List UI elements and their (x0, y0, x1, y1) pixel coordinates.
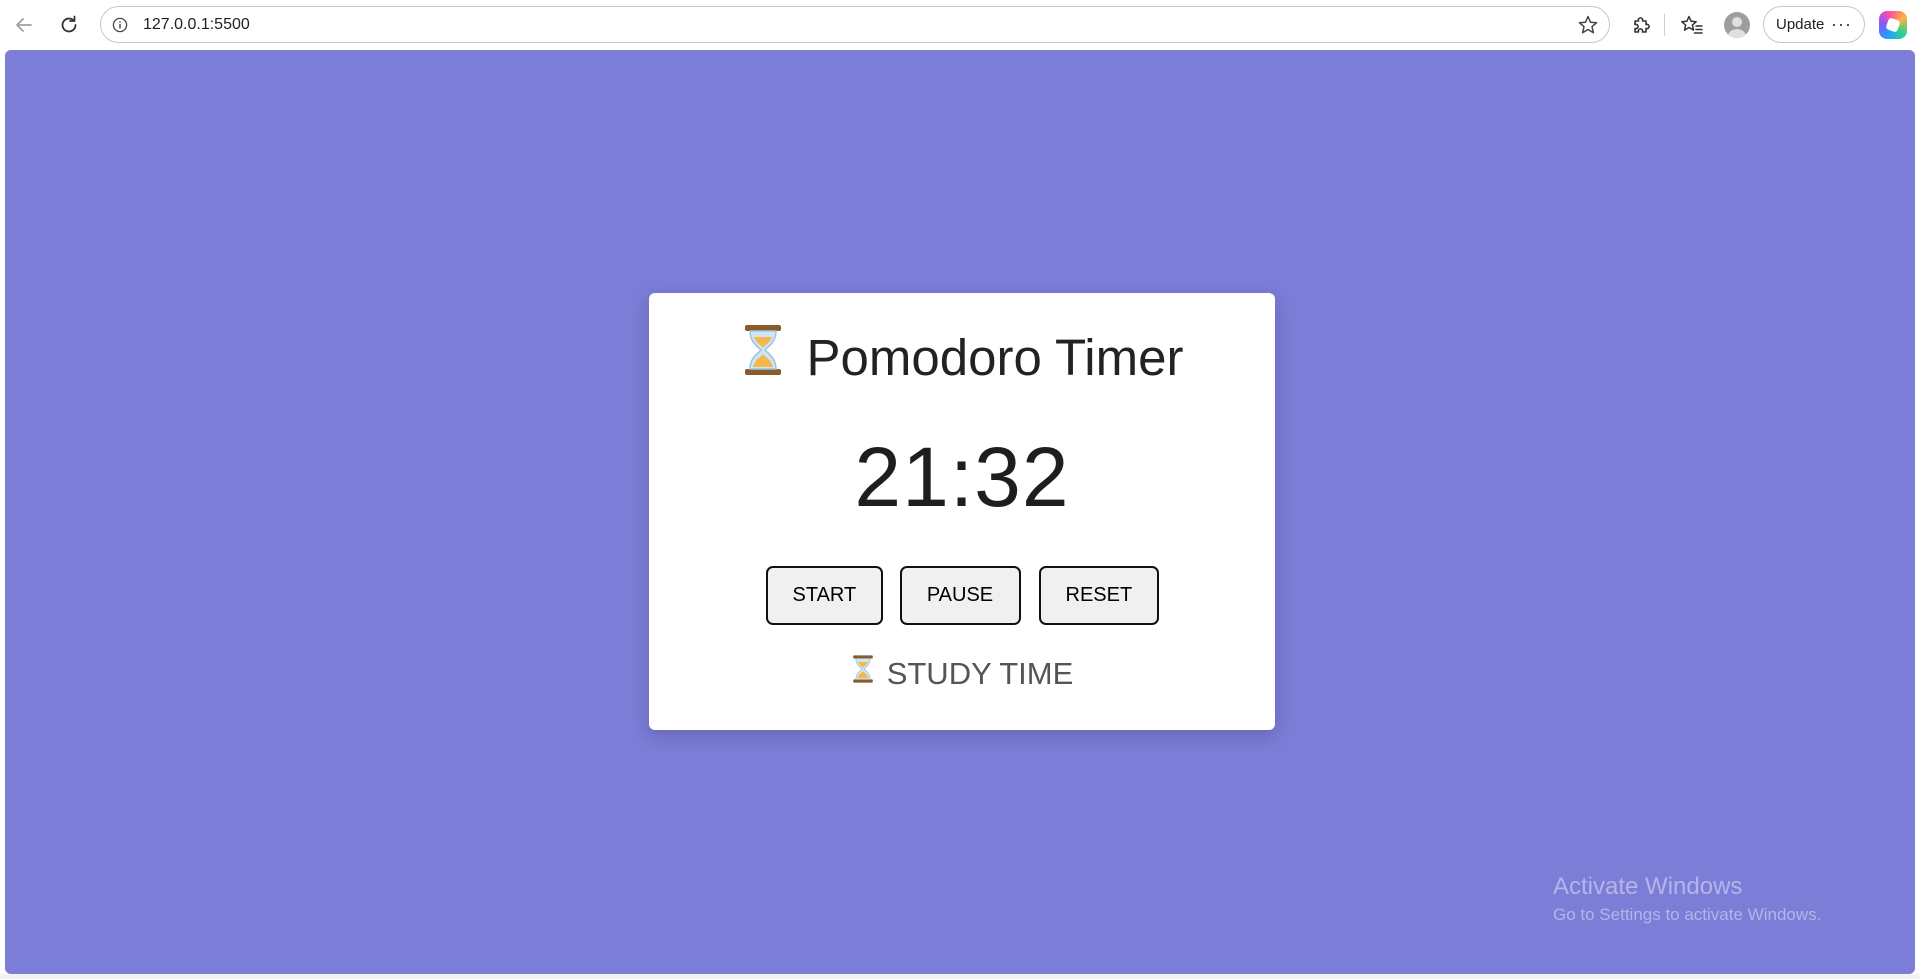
time-display: 21:32 (854, 430, 1070, 524)
page-title: Pomodoro Timer (649, 323, 1275, 392)
star-icon[interactable] (1577, 14, 1599, 36)
update-button[interactable]: Update ··· (1763, 6, 1865, 43)
page-viewport: Pomodoro Timer 21:32 START PAUSE RESET S… (5, 50, 1915, 974)
timer-card: Pomodoro Timer 21:32 START PAUSE RESET S… (649, 293, 1275, 730)
toolbar-divider (1664, 14, 1665, 36)
back-arrow-icon (16, 18, 32, 32)
title-text: Pomodoro Timer (806, 328, 1184, 386)
pause-button[interactable]: PAUSE (899, 566, 1021, 625)
puzzle-icon (1634, 17, 1650, 33)
mode-label: STUDY TIME (886, 656, 1074, 691)
hourglass-icon (741, 323, 785, 392)
more-options-icon[interactable]: ··· (1831, 14, 1852, 35)
control-buttons: START PAUSE RESET (649, 566, 1275, 625)
watermark-line2: Go to Settings to activate Windows. (1553, 905, 1822, 924)
windows-activation-watermark: Activate Windows Go to Settings to activ… (1553, 872, 1821, 926)
mode-indicator: STUDY TIME (649, 653, 1275, 695)
browser-toolbar: 127.0.0.1:5500 Update ··· (0, 0, 1920, 49)
reload-icon (61, 15, 77, 33)
url-text[interactable]: 127.0.0.1:5500 (143, 15, 250, 35)
back-button[interactable] (8, 9, 40, 41)
window-bottom-edge (0, 974, 1920, 979)
info-icon[interactable] (111, 16, 129, 34)
address-bar[interactable]: 127.0.0.1:5500 (100, 6, 1610, 43)
update-label: Update (1776, 16, 1825, 33)
favorites-button[interactable] (1676, 9, 1708, 41)
copilot-icon[interactable] (1879, 11, 1907, 39)
reset-button[interactable]: RESET (1038, 566, 1159, 625)
start-button[interactable]: START (765, 566, 883, 625)
reload-button[interactable] (53, 9, 85, 41)
extensions-button[interactable] (1625, 9, 1657, 41)
mode-hourglass-icon (851, 653, 875, 695)
watermark-line1: Activate Windows (1553, 873, 1743, 900)
profile-avatar-icon[interactable] (1724, 12, 1750, 38)
favorites-icon (1681, 15, 1703, 34)
